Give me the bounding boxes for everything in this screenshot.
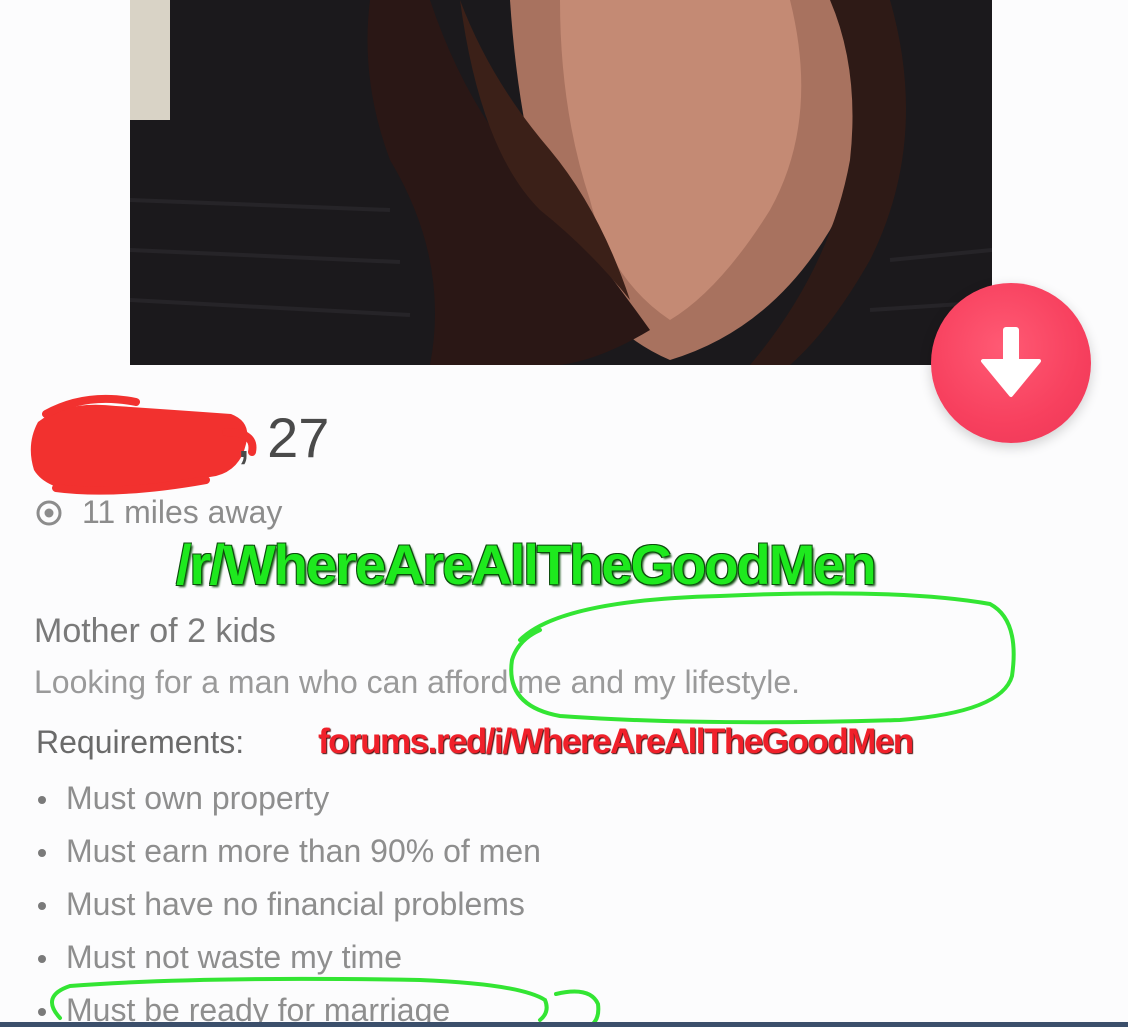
bullet-icon bbox=[38, 955, 46, 963]
list-item: Must earn more than 90% of men bbox=[34, 833, 541, 886]
bio-text: Looking for a man who can afford me and … bbox=[34, 664, 801, 700]
subreddit-watermark: /r/WhereAreAllTheGoodMen bbox=[176, 533, 877, 596]
requirements-label: Requirements: bbox=[36, 724, 245, 760]
bio-headline: Mother of 2 kids bbox=[34, 612, 276, 650]
list-item: Must have no financial problems bbox=[34, 886, 541, 939]
list-item: Must not waste my time bbox=[34, 939, 541, 992]
location-icon bbox=[36, 500, 62, 525]
scroll-down-button[interactable] bbox=[931, 283, 1091, 443]
distance-text: 11 miles away bbox=[82, 494, 283, 530]
arrow-down-icon bbox=[981, 327, 1041, 397]
profile-age: , 27 bbox=[236, 406, 330, 469]
ring-afford bbox=[509, 591, 1016, 725]
dating-profile-screen: , 27 11 miles away /r/WhereAreAllTheGood… bbox=[0, 0, 1128, 1027]
requirements-list: Must own property Must earn more than 90… bbox=[34, 780, 541, 1027]
forum-link-watermark: forums.red/i/WhereAreAllTheGoodMen bbox=[318, 722, 914, 761]
bullet-icon bbox=[38, 902, 46, 910]
bottom-edge-bar bbox=[0, 1022, 1128, 1027]
list-item-text: Must have no financial problems bbox=[66, 886, 525, 922]
bullet-icon bbox=[38, 1008, 46, 1016]
list-item-text: Must earn more than 90% of men bbox=[66, 833, 541, 869]
distance-row: 11 miles away bbox=[34, 494, 282, 531]
list-item-text: Must own property bbox=[66, 780, 330, 816]
profile-photo bbox=[130, 0, 992, 365]
list-item-text: Must not waste my time bbox=[66, 939, 403, 975]
bullet-icon bbox=[38, 849, 46, 857]
bullet-icon bbox=[38, 796, 46, 804]
name-redaction bbox=[30, 394, 257, 495]
list-item: Must own property bbox=[34, 780, 541, 833]
